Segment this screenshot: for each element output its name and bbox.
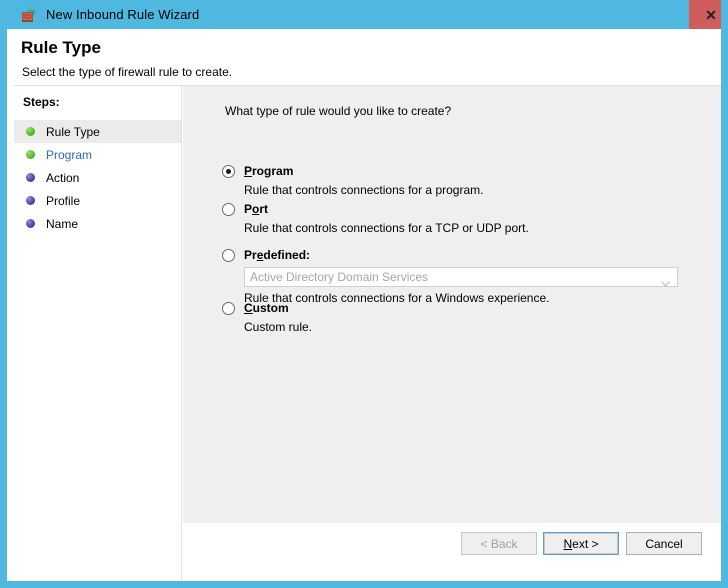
- option-port-label: Port: [244, 202, 269, 216]
- radio-custom[interactable]: [222, 302, 235, 315]
- cancel-button[interactable]: Cancel: [626, 532, 702, 555]
- steps-list: Rule Type Program Action Profile Name: [14, 120, 181, 235]
- sidebar-item-label: Profile: [46, 193, 81, 208]
- steps-sidebar: Steps: Rule Type Program Action Profile: [14, 86, 182, 581]
- window-title: New Inbound Rule Wizard: [46, 6, 200, 22]
- page-subtitle: Select the type of firewall rule to crea…: [22, 65, 233, 79]
- step-bullet-icon: [26, 196, 35, 205]
- next-button[interactable]: Next >: [543, 532, 619, 555]
- sidebar-item-name[interactable]: Name: [14, 212, 181, 235]
- option-custom-description: Custom rule.: [244, 320, 313, 334]
- steps-heading: Steps:: [23, 95, 60, 109]
- option-program[interactable]: Program Rule that controls connections f…: [222, 164, 702, 202]
- close-button[interactable]: ✕: [689, 0, 721, 29]
- wizard-header: Rule Type Select the type of firewall ru…: [14, 29, 721, 86]
- predefined-rule-value: Active Directory Domain Services: [250, 270, 429, 284]
- radio-program[interactable]: [222, 165, 235, 178]
- wizard-body: Steps: Rule Type Program Action Profile: [14, 86, 721, 581]
- title-bar: New Inbound Rule Wizard ✕: [7, 0, 721, 29]
- step-bullet-icon: [26, 173, 35, 182]
- radio-port[interactable]: [222, 203, 235, 216]
- sidebar-item-label: Rule Type: [46, 124, 100, 139]
- radio-selected-dot: [226, 169, 231, 174]
- option-port[interactable]: Port Rule that controls connections for …: [222, 202, 702, 248]
- sidebar-item-label: Name: [46, 216, 79, 231]
- wizard-footer: < Back Next > Cancel: [183, 523, 721, 581]
- sidebar-item-program[interactable]: Program: [14, 143, 181, 166]
- sidebar-item-label: Action: [46, 170, 80, 185]
- option-program-description: Rule that controls connections for a pro…: [244, 183, 484, 197]
- radio-predefined[interactable]: [222, 249, 235, 262]
- back-button[interactable]: < Back: [461, 532, 537, 555]
- sidebar-item-action[interactable]: Action: [14, 166, 181, 189]
- predefined-rule-dropdown[interactable]: Active Directory Domain Services: [244, 267, 678, 287]
- page-title: Rule Type: [21, 38, 101, 57]
- option-predefined[interactable]: Predefined: Active Directory Domain Serv…: [222, 248, 702, 305]
- wizard-window: New Inbound Rule Wizard ✕ Rule Type Sele…: [0, 0, 728, 588]
- close-icon: ✕: [705, 6, 717, 23]
- option-port-description: Rule that controls connections for a TCP…: [244, 221, 529, 235]
- step-bullet-icon: [26, 127, 35, 136]
- option-custom[interactable]: Custom Custom rule.: [222, 301, 702, 339]
- firewall-brick-wall-icon: [21, 7, 37, 23]
- option-custom-label: Custom: [244, 301, 289, 315]
- option-program-label: Program: [244, 164, 294, 178]
- step-bullet-icon: [26, 219, 35, 228]
- question-text: What type of rule would you like to crea…: [225, 104, 452, 118]
- sidebar-item-profile[interactable]: Profile: [14, 189, 181, 212]
- step-bullet-icon: [26, 150, 35, 159]
- sidebar-item-rule-type[interactable]: Rule Type: [14, 120, 181, 143]
- content-panel: What type of rule would you like to crea…: [183, 86, 721, 523]
- option-predefined-label: Predefined:: [244, 248, 311, 262]
- chevron-down-icon: [661, 274, 670, 287]
- sidebar-item-label: Program: [46, 147, 93, 162]
- rule-type-radio-group: Program Rule that controls connections f…: [222, 164, 702, 339]
